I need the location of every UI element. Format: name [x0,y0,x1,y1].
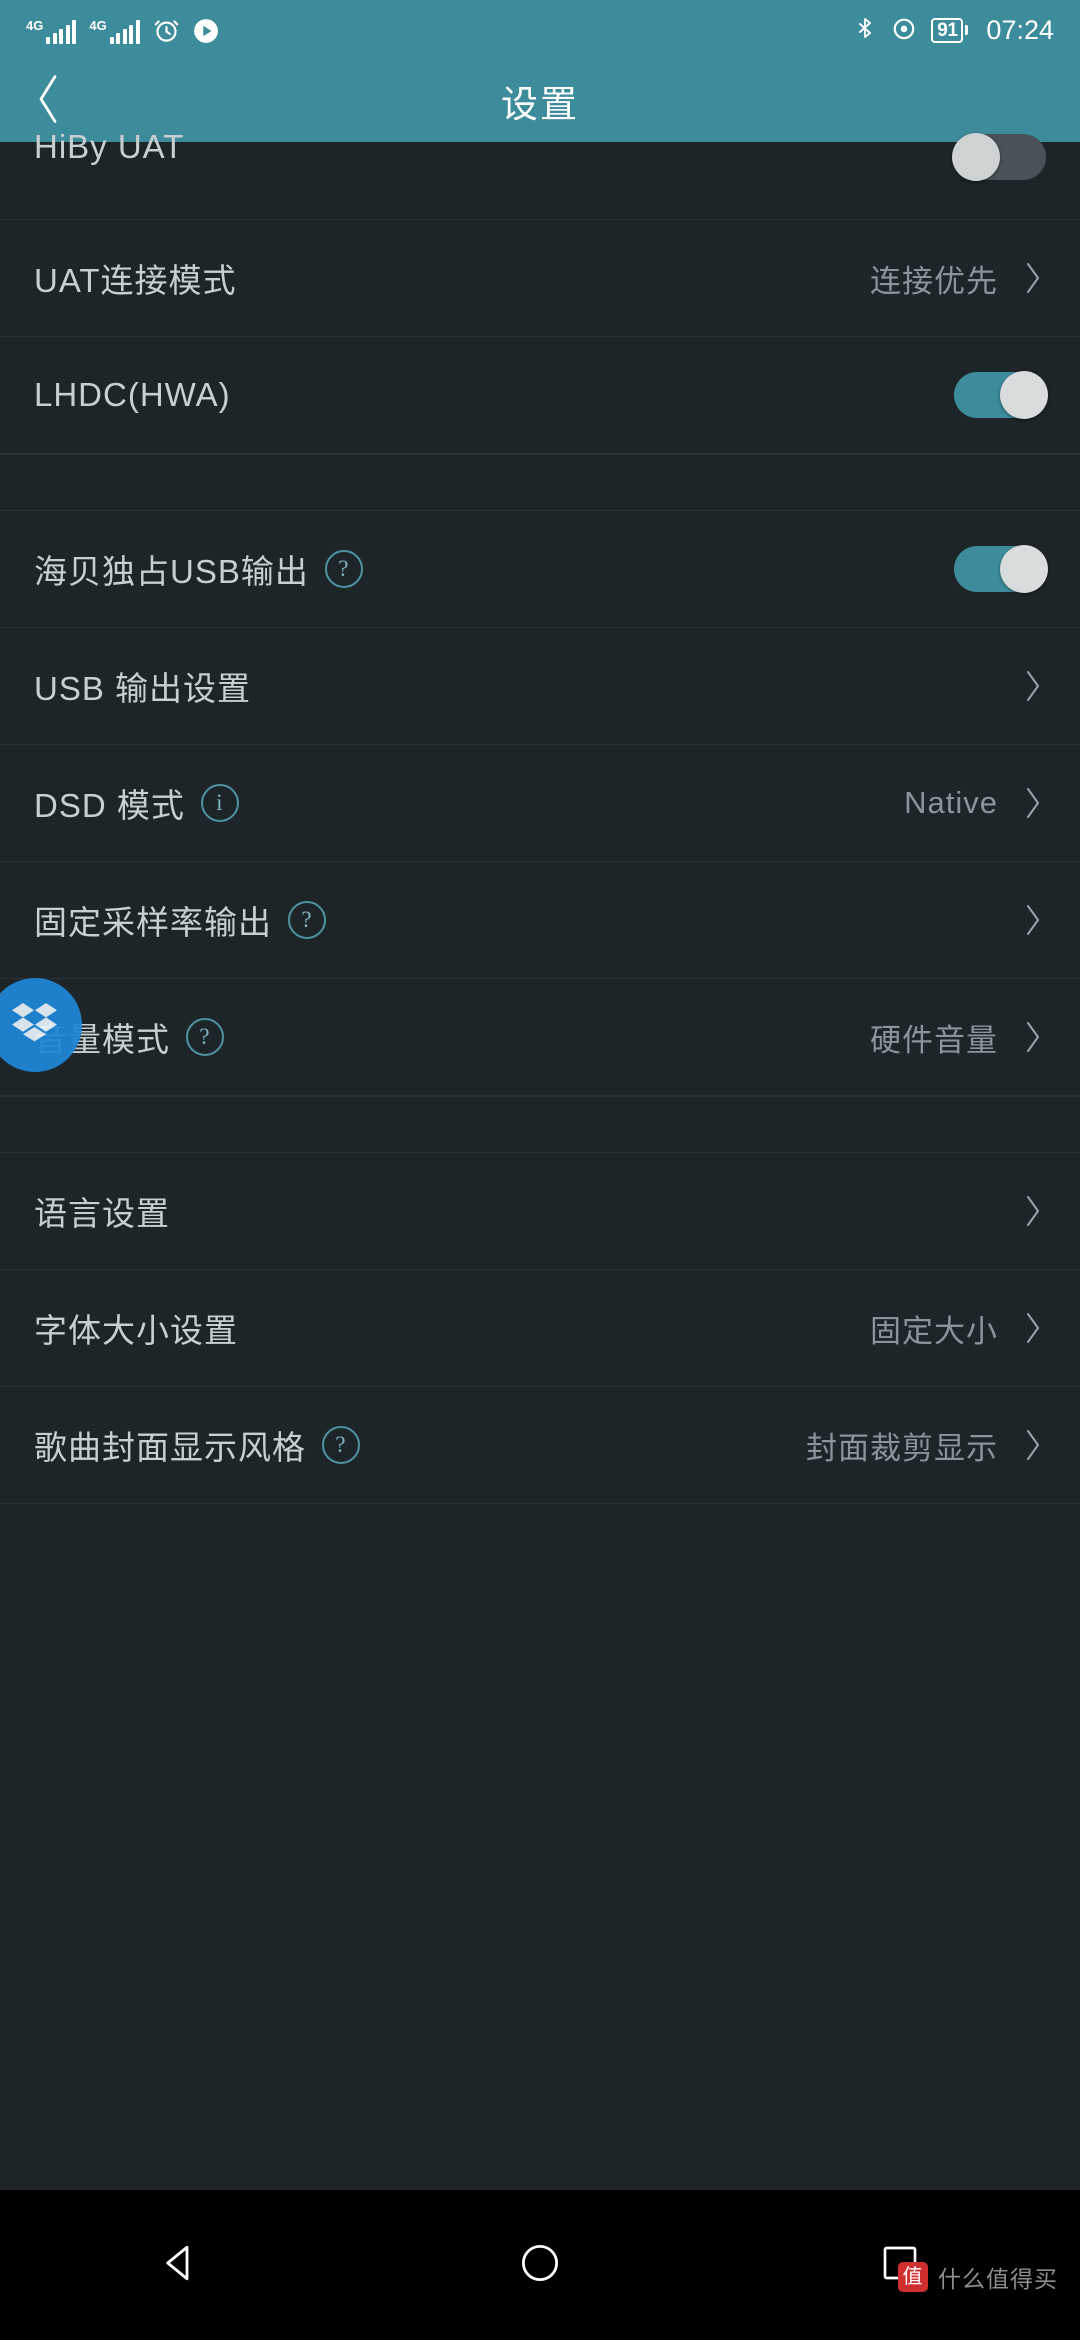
nav-home-button[interactable] [450,2190,630,2340]
chevron-right-icon [1020,1308,1046,1348]
back-triangle-icon [159,2242,201,2289]
setting-label: 歌曲封面显示风格 ? [34,1421,806,1469]
alarm-clock-icon [153,17,180,44]
status-bar-right: 91 07:24 [853,15,1054,46]
chevron-right-icon [1020,1425,1046,1465]
battery-tip [965,25,969,35]
setting-row-hiby-uat[interactable]: HiBy UAT [0,128,1080,220]
setting-label-text: 固定采样率输出 [34,904,272,941]
chevron-right-icon [1020,783,1046,823]
setting-value: 连接优先 [870,263,998,299]
battery-level: 91 [931,17,964,43]
setting-row-language-settings[interactable]: 语言设置 [0,1153,1080,1270]
setting-value: 固定大小 [870,1313,998,1349]
info-icon[interactable]: i [200,784,239,822]
setting-value: 硬件音量 [870,1022,998,1058]
home-circle-icon [519,2242,561,2289]
setting-label: USB 输出设置 [34,670,252,707]
watermark-logo: 值 [898,2262,928,2292]
dropbox-icon [11,1001,59,1050]
setting-label: 海贝独占USB输出 ? [34,545,954,593]
watermark: 值 什么值得买 [898,2260,1058,2294]
nav-back-button[interactable] [90,2190,270,2340]
play-icon [193,18,219,44]
help-icon[interactable]: ? [322,1426,360,1464]
chevron-right-icon [1020,1017,1046,1057]
chevron-right-icon [1020,1191,1046,1231]
status-bar-left: 4G 4G [26,17,853,44]
help-icon[interactable]: ? [186,1018,224,1056]
bluetooth-icon [853,16,877,44]
help-icon[interactable]: ? [288,901,326,939]
watermark-text: 什么值得买 [938,2266,1058,2292]
network-type-label-1: 4G [26,17,44,33]
toggle-lhdc-hwa[interactable] [954,371,1048,419]
setting-label: 音量模式 ? [34,1013,870,1061]
page-title: 设置 [501,84,579,125]
help-icon[interactable]: ? [324,550,363,588]
chevron-right-icon [1020,666,1046,706]
location-icon [891,17,917,43]
signal-4g-icon-2: 4G [89,17,140,44]
android-nav-bar[interactable]: 值 什么值得买 [0,2190,1080,2340]
setting-row-lhdc-hwa[interactable]: LHDC(HWA) [0,337,1080,454]
setting-row-fixed-sample-rate-output[interactable]: 固定采样率输出 ? [0,862,1080,979]
setting-label: HiBy UAT [34,128,185,165]
status-bar-clock: 07:24 [986,14,1054,45]
setting-row-hiby-exclusive-usb-output[interactable]: 海贝独占USB输出 ? [0,511,1080,628]
status-bar: 4G 4G 91 07:24 [0,0,1080,60]
setting-label: UAT连接模式 [34,262,237,299]
network-type-label-2: 4G [89,17,107,33]
setting-row-album-cover-display-style[interactable]: 歌曲封面显示风格 ? 封面裁剪显示 [0,1387,1080,1504]
chevron-right-icon [1020,258,1046,298]
chevron-right-icon [1020,900,1046,940]
setting-label: LHDC(HWA) [34,376,231,413]
setting-value: Native [904,785,998,820]
setting-label: 字体大小设置 [34,1312,238,1349]
section-divider [0,1096,1080,1153]
setting-label-text: 歌曲封面显示风格 [34,1429,306,1466]
setting-label: 语言设置 [34,1195,170,1232]
setting-value: 封面裁剪显示 [806,1430,998,1466]
toggle-hiby-uat[interactable] [952,133,1046,181]
setting-label-text: 海贝独占USB输出 [34,553,309,590]
settings-list[interactable]: HiBy UAT UAT连接模式 连接优先 LHDC(HWA) 海贝独占USB输… [0,128,1080,1504]
setting-row-dsd-mode[interactable]: DSD 模式 i Native [0,745,1080,862]
setting-label: 固定采样率输出 ? [34,896,998,944]
setting-row-font-size-settings[interactable]: 字体大小设置 固定大小 [0,1270,1080,1387]
battery-icon: 91 [931,17,969,43]
setting-label-text: DSD 模式 [34,787,185,824]
setting-row-uat-connection-mode[interactable]: UAT连接模式 连接优先 [0,220,1080,337]
setting-row-volume-mode[interactable]: 音量模式 ? 硬件音量 [0,979,1080,1096]
setting-label: DSD 模式 i [34,779,904,827]
signal-4g-icon: 4G [26,17,77,44]
toggle-hiby-exclusive-usb[interactable] [954,545,1048,593]
section-divider [0,454,1080,511]
chevron-left-icon [31,71,65,132]
setting-row-usb-output-settings[interactable]: USB 输出设置 [0,628,1080,745]
